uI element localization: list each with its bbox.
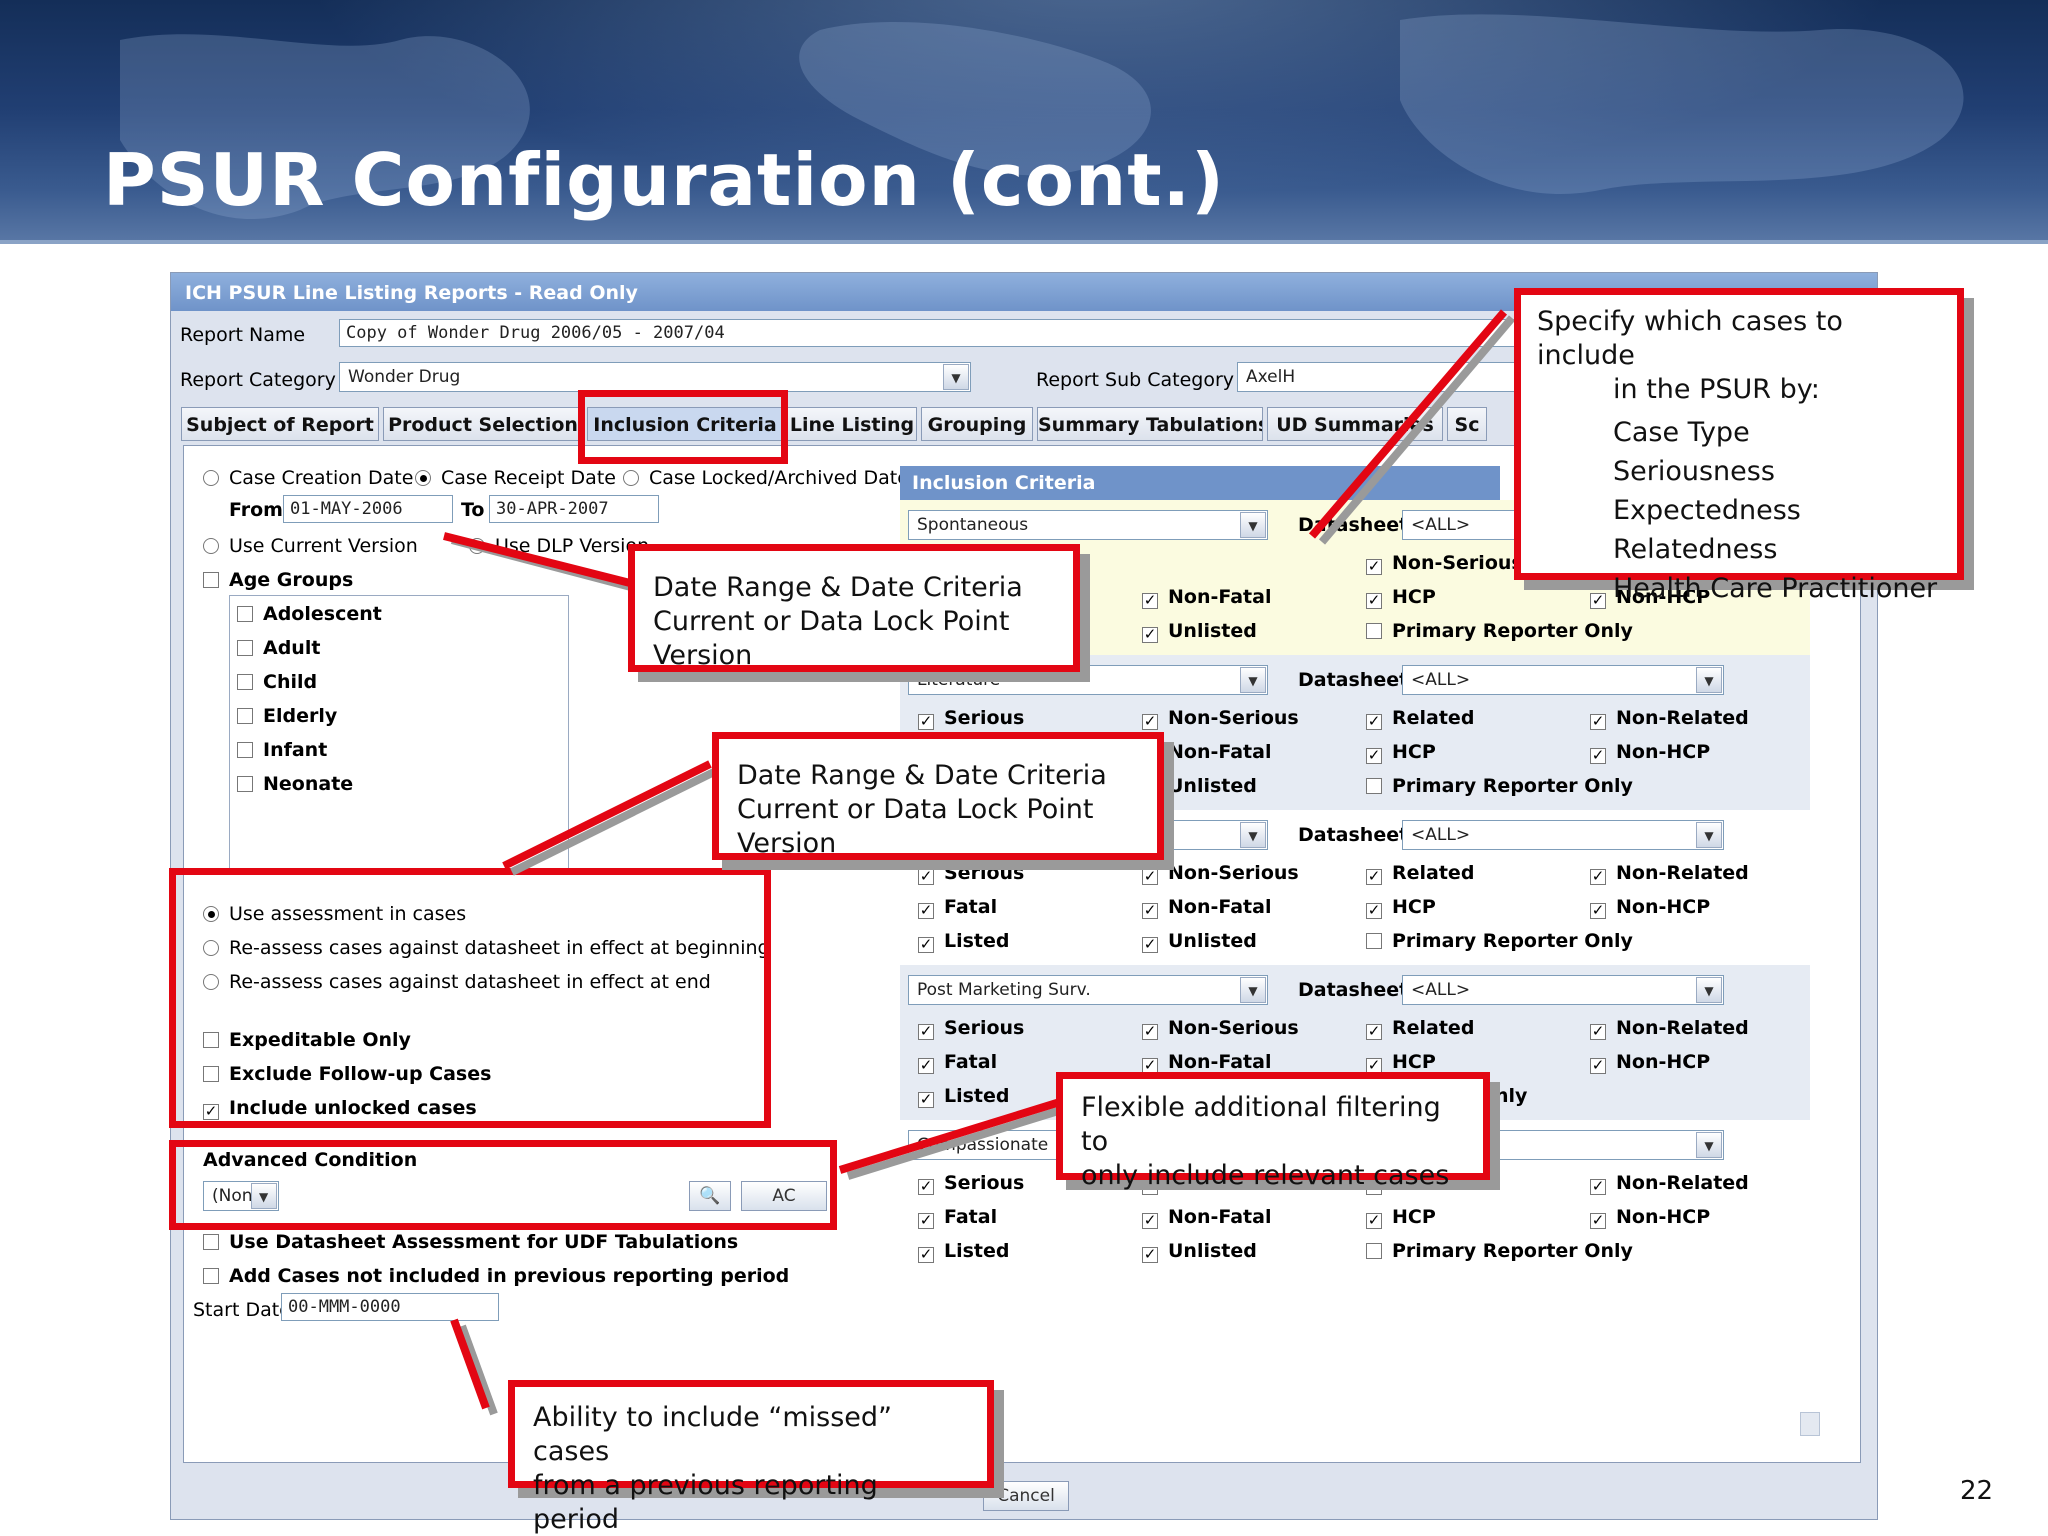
- callout-missed-line2: from a previous reporting period: [533, 1470, 878, 1535]
- callout-item-expectedness: Expectedness: [1613, 495, 1801, 526]
- callout-specify-cases: Specify which cases to include in the PS…: [1514, 288, 1964, 604]
- callout-missed-line1: Ability to include “missed” cases: [533, 1402, 893, 1467]
- callout-specify-line2: in the PSUR by:: [1613, 374, 1820, 405]
- callout-item-case-type: Case Type: [1613, 417, 1750, 448]
- callout-flexible-line1: Flexible additional filtering to: [1081, 1092, 1441, 1157]
- callout-item-relatedness: Relatedness: [1613, 534, 1778, 565]
- callout-date-range-1: Date Range & Date Criteria Current or Da…: [628, 544, 1080, 672]
- callout-missed-cases: Ability to include “missed” cases from a…: [508, 1380, 994, 1535]
- slide: PSUR Configuration (cont.) ICH PSUR Line…: [0, 0, 2048, 1536]
- callout-date-range-2: Date Range & Date Criteria Current or Da…: [712, 732, 1164, 860]
- callout-date-range-1-line1: Date Range & Date Criteria: [653, 572, 1023, 603]
- callout-item-seriousness: Seriousness: [1613, 456, 1775, 487]
- callout-date-range-2-line2: Current or Data Lock Point Version: [737, 794, 1094, 859]
- callout-item-hcp: Health Care Practitioner: [1613, 573, 1938, 604]
- callout-date-range-2-line1: Date Range & Date Criteria: [737, 760, 1107, 791]
- callout-flexible-filtering: Flexible additional filtering to only in…: [1056, 1072, 1490, 1191]
- page-number: 22: [1960, 1476, 1994, 1506]
- callout-date-range-1-line2: Current or Data Lock Point Version: [653, 606, 1010, 671]
- callout-flexible-line2: only include relevant cases: [1081, 1160, 1450, 1191]
- callout-specify-line1: Specify which cases to include: [1537, 306, 1843, 371]
